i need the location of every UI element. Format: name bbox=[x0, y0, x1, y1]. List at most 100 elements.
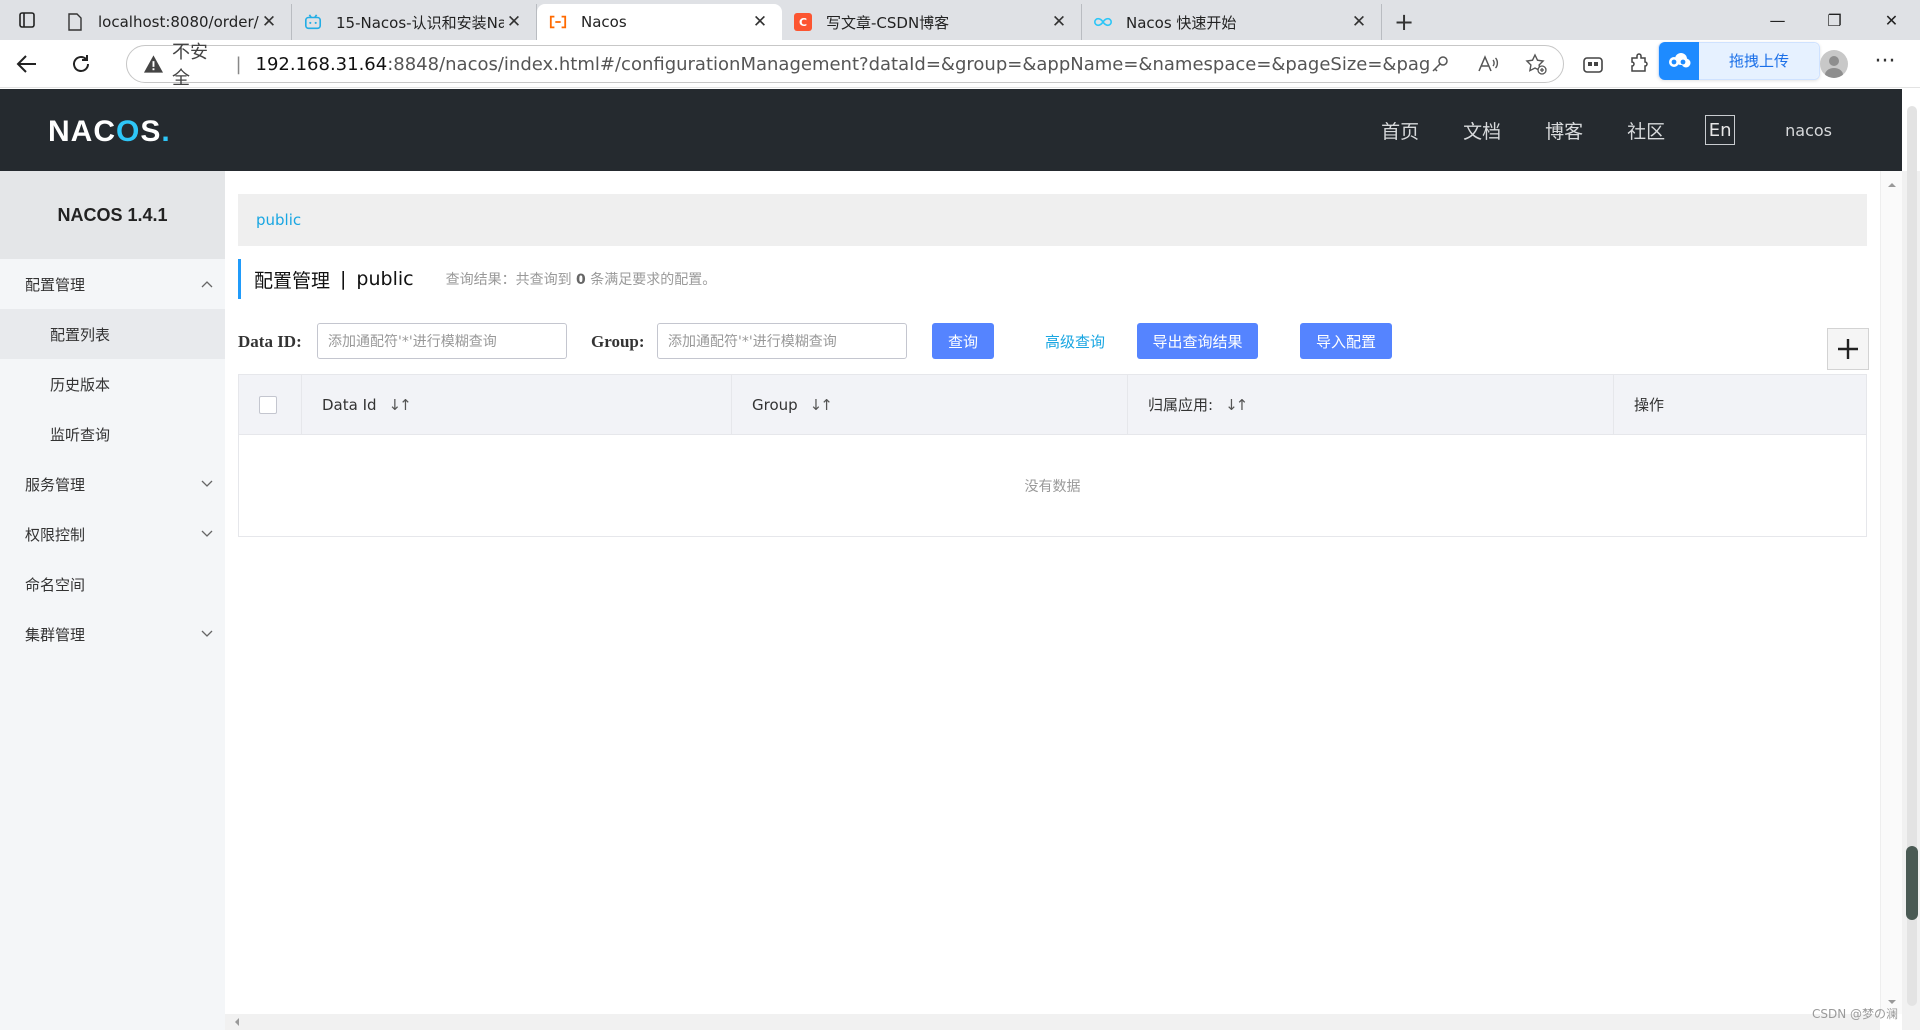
advanced-search-link[interactable]: 高级查询 bbox=[1045, 331, 1105, 352]
select-all-cell bbox=[239, 375, 302, 434]
extensions-icon[interactable] bbox=[1628, 53, 1650, 75]
sidebar-item-history[interactable]: 历史版本 bbox=[0, 359, 225, 409]
sort-icon[interactable]: ↓↑ bbox=[389, 396, 412, 414]
screen: localhost:8080/order/102 ✕ 15-Nacos-认识和安… bbox=[0, 0, 1920, 1030]
dataid-label: Data ID: bbox=[238, 332, 302, 351]
cloud-upload-icon bbox=[1659, 42, 1699, 80]
browser-tab[interactable]: 15-Nacos-认识和安装Nacos_哔哩 ✕ bbox=[292, 4, 537, 40]
page-icon bbox=[66, 13, 84, 31]
tab-title: 15-Nacos-认识和安装Nacos_哔哩 bbox=[336, 13, 504, 32]
chevron-down-icon bbox=[201, 609, 213, 659]
select-all-checkbox[interactable] bbox=[259, 395, 277, 414]
new-tab-button[interactable]: + bbox=[1382, 4, 1426, 40]
url-text[interactable]: 192.168.31.64:8848/nacos/index.html#/con… bbox=[256, 54, 1429, 75]
avatar[interactable] bbox=[1820, 50, 1848, 78]
nav-docs[interactable]: 文档 bbox=[1463, 117, 1501, 144]
horizontal-scrollbar[interactable] bbox=[225, 1014, 1880, 1030]
scroll-up-icon[interactable] bbox=[1881, 177, 1903, 193]
sidebar-item-label: 权限控制 bbox=[25, 525, 86, 544]
collections-icon[interactable] bbox=[1582, 53, 1604, 75]
browser-tab-active[interactable]: Nacos ✕ bbox=[537, 4, 782, 40]
user-menu[interactable]: nacos bbox=[1785, 121, 1832, 140]
browser-tab-strip: localhost:8080/order/102 ✕ 15-Nacos-认识和安… bbox=[0, 0, 1920, 40]
nav-community[interactable]: 社区 bbox=[1627, 117, 1665, 144]
main-content: public 配置管理 | public 查询结果：共查询到 0 条满足要求的配… bbox=[225, 171, 1902, 1030]
sidebar-item-cluster-management[interactable]: 集群管理 bbox=[0, 609, 225, 659]
close-tab-icon[interactable]: ✕ bbox=[259, 12, 279, 32]
browser-menu-button[interactable]: ··· bbox=[1870, 50, 1900, 78]
reload-icon bbox=[73, 54, 89, 72]
content-scrollbar[interactable] bbox=[1880, 171, 1902, 1014]
tab-actions-button[interactable] bbox=[0, 0, 54, 40]
filter-bar: Data ID: 添加通配符'*'进行模糊查询 Group: 添加通配符'*'进… bbox=[238, 321, 1898, 370]
query-result-prefix: 查询结果：共查询到 bbox=[445, 272, 572, 288]
upload-button[interactable]: 拖拽上传 bbox=[1658, 42, 1820, 80]
search-button[interactable]: 查询 bbox=[932, 323, 994, 359]
security-indicator[interactable]: 不安全 bbox=[143, 38, 223, 90]
title-separator: | bbox=[340, 268, 347, 290]
column-label: Group bbox=[752, 395, 798, 414]
address-separator: | bbox=[235, 53, 242, 75]
browser-tab[interactable]: C 写文章-CSDN博客 ✕ bbox=[782, 4, 1082, 40]
nav-blog[interactable]: 博客 bbox=[1545, 117, 1583, 144]
sidebar-item-access-control[interactable]: 权限控制 bbox=[0, 509, 225, 559]
sidebar-item-listener-query[interactable]: 监听查询 bbox=[0, 409, 225, 459]
table-header: Data Id ↓↑ Group ↓↑ 归属应用: ↓↑ 操作 bbox=[239, 375, 1866, 435]
column-group[interactable]: Group ↓↑ bbox=[732, 375, 1128, 434]
nav-home[interactable]: 首页 bbox=[1381, 117, 1419, 144]
url-host: 192.168.31.64 bbox=[255, 53, 388, 75]
scroll-indicator[interactable] bbox=[1906, 846, 1918, 920]
column-dataid[interactable]: Data Id ↓↑ bbox=[302, 375, 732, 434]
restore-icon[interactable]: ❐ bbox=[1806, 0, 1863, 40]
close-tab-icon[interactable]: ✕ bbox=[1349, 12, 1369, 32]
namespace-link[interactable]: public bbox=[256, 211, 301, 229]
column-label: 操作 bbox=[1634, 396, 1665, 414]
sidebar-item-config-list[interactable]: 配置列表 bbox=[0, 309, 225, 359]
address-bar[interactable]: 不安全 | 192.168.31.64:8848/nacos/index.htm… bbox=[126, 42, 1564, 89]
scroll-left-icon[interactable] bbox=[229, 1014, 245, 1030]
import-button[interactable]: 导入配置 bbox=[1300, 323, 1392, 359]
column-app[interactable]: 归属应用: ↓↑ bbox=[1128, 375, 1614, 434]
nacos-icon bbox=[549, 13, 567, 31]
sidebar-item-service-management[interactable]: 服务管理 bbox=[0, 459, 225, 509]
browser-tab[interactable]: Nacos 快速开始 ✕ bbox=[1082, 4, 1382, 40]
url-rest: :8848/nacos/index.html#/configurationMan… bbox=[387, 53, 1429, 75]
plus-icon bbox=[1838, 339, 1858, 359]
reload-button[interactable] bbox=[54, 40, 108, 88]
close-tab-icon[interactable]: ✕ bbox=[1049, 12, 1069, 32]
sidebar-item-config-management[interactable]: 配置管理 bbox=[0, 259, 225, 309]
chevron-up-icon bbox=[201, 259, 213, 309]
read-aloud-icon[interactable] bbox=[1477, 53, 1499, 75]
close-tab-icon[interactable]: ✕ bbox=[750, 12, 770, 32]
tab-title: Nacos 快速开始 bbox=[1126, 13, 1237, 32]
dataid-input[interactable]: 添加通配符'*'进行模糊查询 bbox=[317, 323, 567, 359]
warning-icon bbox=[143, 55, 164, 73]
back-button[interactable] bbox=[0, 40, 54, 88]
tab-title: 写文章-CSDN博客 bbox=[826, 13, 950, 32]
sort-icon[interactable]: ↓↑ bbox=[1225, 396, 1248, 414]
key-icon[interactable] bbox=[1429, 53, 1451, 75]
browser-toolbar: 不安全 | 192.168.31.64:8848/nacos/index.htm… bbox=[0, 40, 1920, 89]
sidebar-item-label: 命名空间 bbox=[25, 575, 86, 594]
sort-icon[interactable]: ↓↑ bbox=[810, 396, 833, 414]
logo-text-dot: . bbox=[161, 115, 171, 148]
version-label: NACOS 1.4.1 bbox=[0, 171, 225, 259]
csdn-icon: C bbox=[794, 13, 812, 31]
browser-tab[interactable]: localhost:8080/order/102 ✕ bbox=[54, 4, 292, 40]
add-config-button[interactable] bbox=[1827, 328, 1869, 370]
close-window-icon[interactable]: ✕ bbox=[1863, 0, 1920, 40]
nacos-infinity-icon bbox=[1094, 13, 1112, 31]
close-tab-icon[interactable]: ✕ bbox=[504, 12, 524, 32]
group-input[interactable]: 添加通配符'*'进行模糊查询 bbox=[657, 323, 907, 359]
favorite-add-icon[interactable] bbox=[1525, 53, 1547, 75]
tab-title: Nacos bbox=[581, 13, 627, 31]
export-button[interactable]: 导出查询结果 bbox=[1137, 323, 1258, 359]
group-label: Group: bbox=[591, 332, 645, 351]
logo-text-mid: O bbox=[116, 115, 141, 148]
language-toggle[interactable]: En bbox=[1705, 115, 1736, 145]
sidebar-item-namespace[interactable]: 命名空间 bbox=[0, 559, 225, 609]
top-nav: 首页 文档 博客 社区 En nacos bbox=[1381, 89, 1902, 171]
sidebar-item-label: 集群管理 bbox=[25, 625, 86, 644]
nacos-logo[interactable]: NACOS. bbox=[48, 115, 171, 149]
minimize-icon[interactable]: — bbox=[1749, 0, 1806, 40]
